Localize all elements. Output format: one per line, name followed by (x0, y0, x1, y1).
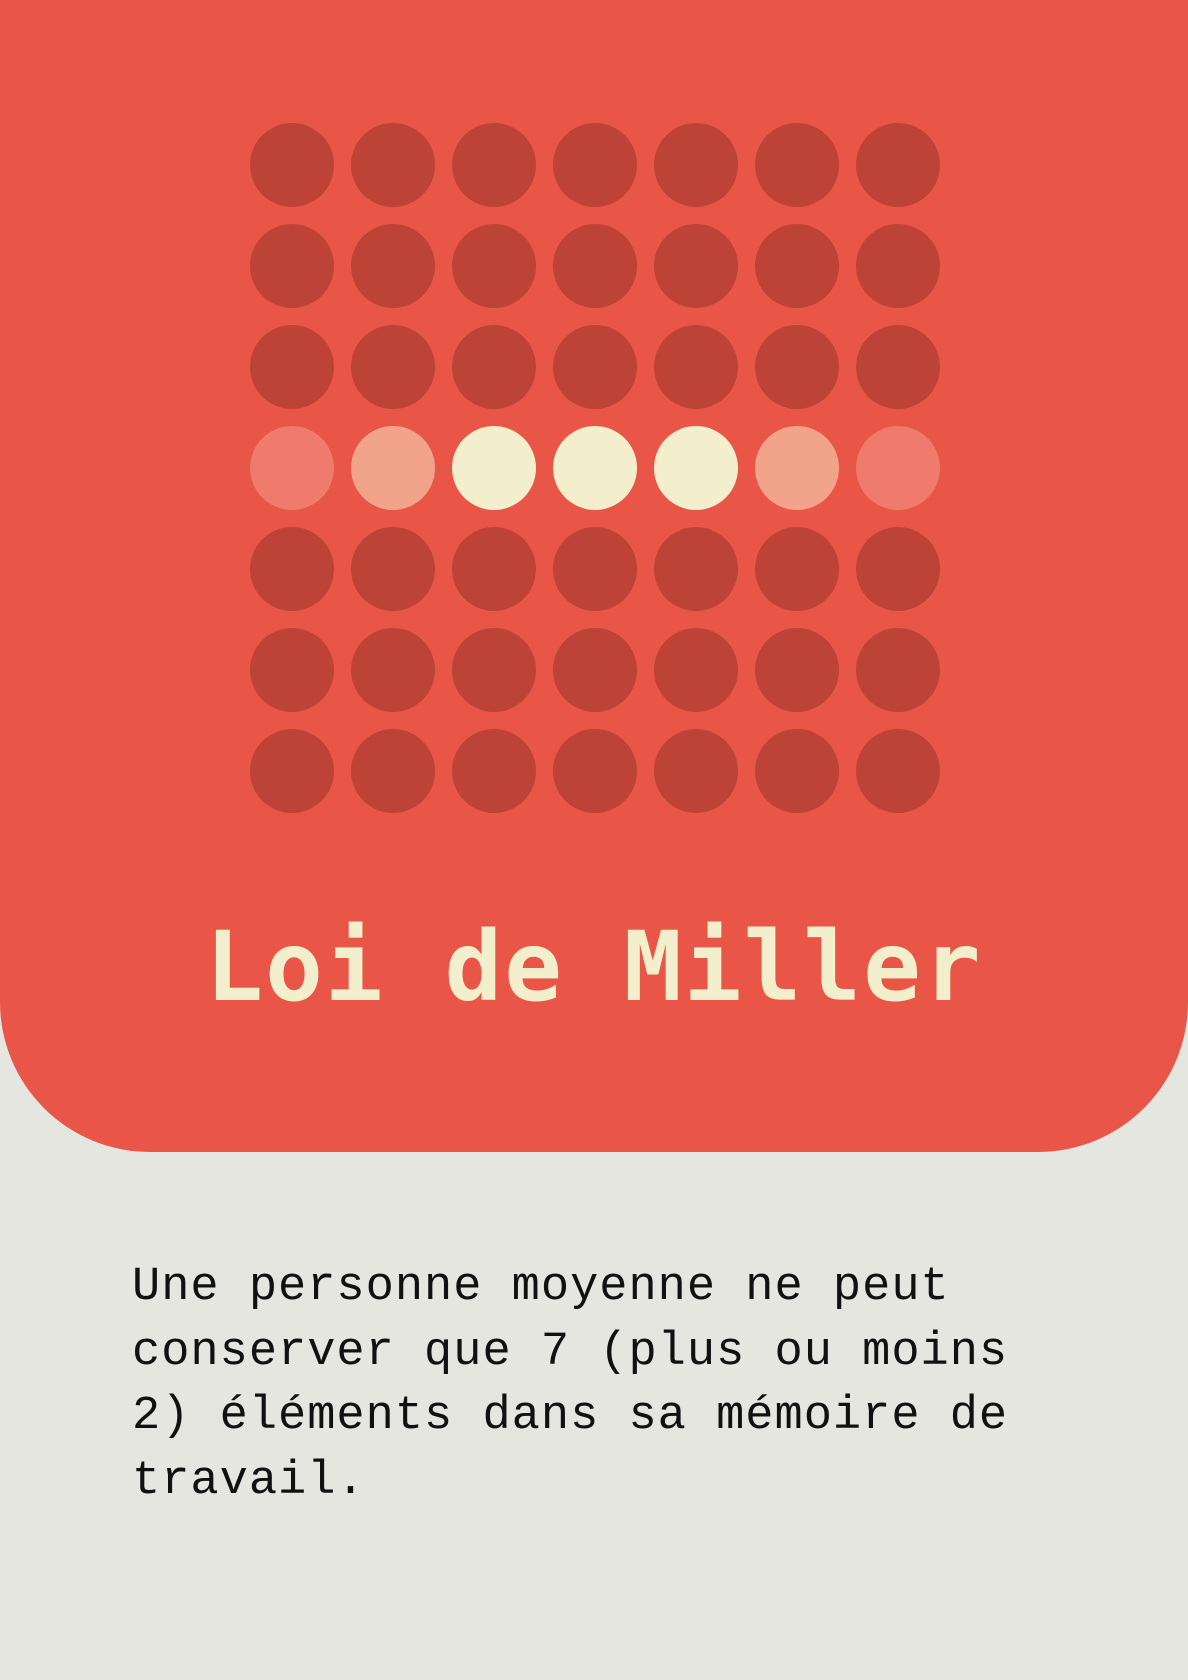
dot-dark (351, 224, 435, 308)
dot-dark (755, 123, 839, 207)
dot-dark (351, 527, 435, 611)
dot-dark (250, 628, 334, 712)
dot-dark (755, 325, 839, 409)
dot-dark (755, 527, 839, 611)
dot-dark (856, 729, 940, 813)
dot-dark (351, 325, 435, 409)
dot-dark (654, 729, 738, 813)
dot-dark (856, 224, 940, 308)
dot-dark (755, 628, 839, 712)
dot-dark (654, 123, 738, 207)
dot-dark (755, 729, 839, 813)
dot-dark (452, 224, 536, 308)
dot-dark (452, 729, 536, 813)
dot-dark (553, 123, 637, 207)
dot-dark (351, 628, 435, 712)
dot-dark (250, 224, 334, 308)
dot-dark (553, 325, 637, 409)
dot-dark (856, 123, 940, 207)
dot-bright (654, 426, 738, 510)
dot-dark (654, 527, 738, 611)
dot-dark (250, 527, 334, 611)
law-description: Une personne moyenne ne peut conserver q… (132, 1261, 1009, 1508)
dot-dark (351, 729, 435, 813)
dot-dark (654, 628, 738, 712)
dot-bright (452, 426, 536, 510)
dot-dark (856, 527, 940, 611)
dot-dark (452, 123, 536, 207)
dot-grid-illustration (250, 123, 940, 813)
dot-dark (856, 325, 940, 409)
dot-dark (553, 628, 637, 712)
dot-dark (553, 224, 637, 308)
dot-dark (452, 325, 536, 409)
hero-card: Loi de Miller (0, 0, 1188, 1152)
dot-soft (351, 426, 435, 510)
dot-dark (856, 628, 940, 712)
dot-soft (755, 426, 839, 510)
dot-dark (351, 123, 435, 207)
dot-faint (250, 426, 334, 510)
dot-dark (654, 325, 738, 409)
dot-bright (553, 426, 637, 510)
dot-dark (452, 527, 536, 611)
dot-dark (654, 224, 738, 308)
dot-dark (452, 628, 536, 712)
dot-dark (553, 527, 637, 611)
dot-dark (250, 729, 334, 813)
dot-dark (553, 729, 637, 813)
dot-dark (250, 325, 334, 409)
dot-dark (250, 123, 334, 207)
dot-dark (755, 224, 839, 308)
dot-faint (856, 426, 940, 510)
page-title: Loi de Miller (205, 911, 983, 1023)
